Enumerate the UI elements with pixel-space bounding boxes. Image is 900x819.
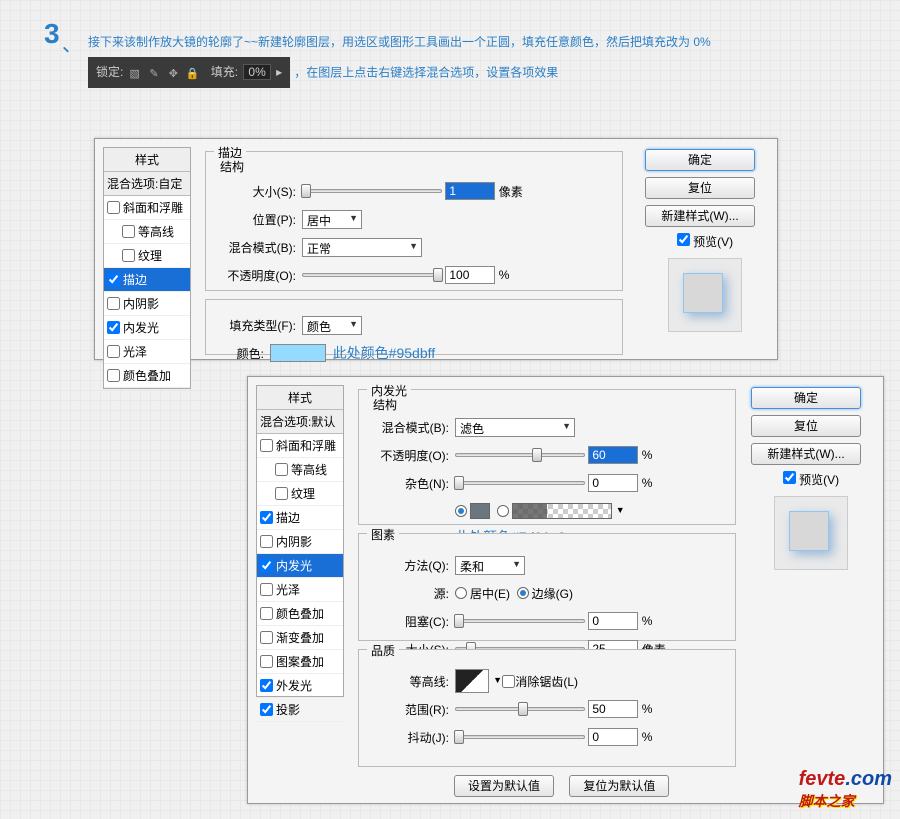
- structure-label: 结构: [220, 158, 244, 175]
- style-inner-glow-2[interactable]: 内发光: [257, 554, 343, 578]
- ok-button[interactable]: 确定: [645, 149, 755, 171]
- ig-noise-slider[interactable]: [455, 481, 585, 485]
- lock-bar: 锁定: ▧ ✎ ✥ 🔒 填充: 0% ▸: [88, 57, 290, 88]
- instruction-text: 接下来该制作放大镜的轮廓了~~新建轮廓图层，用选区或图形工具画出一个正圆，填充任…: [88, 27, 848, 88]
- new-style-button-2[interactable]: 新建样式(W)...: [751, 443, 861, 465]
- style-bevel-2[interactable]: 斜面和浮雕: [257, 434, 343, 458]
- lock-all-icon[interactable]: 🔒: [186, 67, 200, 81]
- style-texture[interactable]: 纹理: [104, 244, 190, 268]
- style-color-overlay[interactable]: 颜色叠加: [104, 364, 190, 388]
- opacity-label: 不透明度(O):: [216, 267, 296, 284]
- new-style-button[interactable]: 新建样式(W)...: [645, 205, 755, 227]
- preview-checkbox-2[interactable]: [783, 471, 796, 484]
- style-stroke-2[interactable]: 描边: [257, 506, 343, 530]
- innerglow-elements-group: 图素 方法(Q): 柔和 源: 居中(E) 边缘(G) 阻塞(C): % 大小(…: [358, 533, 736, 641]
- instruction-p1: 接下来该制作放大镜的轮廓了~~新建轮廓图层，用选区或图形工具画出一个正圆，填充任…: [88, 35, 711, 49]
- style-satin[interactable]: 光泽: [104, 340, 190, 364]
- lock-icons: ▧ ✎ ✥ 🔒: [127, 61, 201, 85]
- style-stroke[interactable]: 描边: [104, 268, 190, 292]
- size-label: 大小(S):: [216, 183, 296, 200]
- style-gradient-overlay[interactable]: 渐变叠加: [257, 626, 343, 650]
- ig-technique-select[interactable]: 柔和: [455, 556, 525, 575]
- reset-default-button[interactable]: 复位为默认值: [569, 775, 669, 797]
- lock-position-icon[interactable]: ✥: [166, 67, 180, 81]
- styles-list-2: 样式 混合选项:默认 斜面和浮雕 等高线 纹理 描边 内阴影 内发光 光泽 颜色…: [256, 385, 344, 697]
- style-inner-shadow[interactable]: 内阴影: [104, 292, 190, 316]
- ig-jitter-slider[interactable]: [455, 735, 585, 739]
- ig-range-slider[interactable]: [455, 707, 585, 711]
- position-label: 位置(P):: [216, 211, 296, 228]
- stroke-structure-group: 描边 结构 大小(S): 像素 位置(P): 居中 混合模式(B): 正常 不透…: [205, 151, 623, 291]
- ig-choke-slider[interactable]: [455, 619, 585, 623]
- lock-transparent-icon[interactable]: ▧: [128, 67, 142, 81]
- step-number: 3: [44, 18, 60, 50]
- size-slider[interactable]: [302, 189, 442, 193]
- layer-style-dialog-innerglow: 样式 混合选项:默认 斜面和浮雕 等高线 纹理 描边 内阴影 内发光 光泽 颜色…: [247, 376, 884, 804]
- styles-header-2[interactable]: 样式: [257, 386, 343, 410]
- blend-select[interactable]: 正常: [302, 238, 422, 257]
- right-buttons-2: 确定 复位 新建样式(W)... 预览(V): [751, 387, 871, 578]
- cancel-button[interactable]: 复位: [645, 177, 755, 199]
- ok-button-2[interactable]: 确定: [751, 387, 861, 409]
- style-contour[interactable]: 等高线: [104, 220, 190, 244]
- fill-dropdown[interactable]: 0%: [243, 64, 270, 80]
- lock-image-icon[interactable]: ✎: [147, 67, 161, 81]
- ig-contour-picker[interactable]: [455, 669, 489, 693]
- opacity-input[interactable]: [445, 266, 495, 284]
- stroke-fill-group: 填充类型(F): 颜色 颜色: 此处颜色#95dbff: [205, 299, 623, 355]
- ig-antialias-checkbox[interactable]: [502, 675, 515, 688]
- style-inner-glow[interactable]: 内发光: [104, 316, 190, 340]
- set-default-button[interactable]: 设置为默认值: [454, 775, 554, 797]
- ig-noise-input[interactable]: [588, 474, 638, 492]
- stroke-color-swatch[interactable]: [270, 344, 326, 362]
- layer-style-dialog-stroke: 样式 混合选项:自定 斜面和浮雕 等高线 纹理 描边 内阴影 内发光 光泽 颜色…: [94, 138, 778, 360]
- styles-header[interactable]: 样式: [104, 148, 190, 172]
- style-texture-2[interactable]: 纹理: [257, 482, 343, 506]
- style-contour-2[interactable]: 等高线: [257, 458, 343, 482]
- filltype-label: 填充类型(F):: [216, 317, 296, 334]
- ig-choke-input[interactable]: [588, 612, 638, 630]
- opacity-slider[interactable]: [302, 273, 442, 277]
- ig-range-input[interactable]: [588, 700, 638, 718]
- cancel-button-2[interactable]: 复位: [751, 415, 861, 437]
- preview-checkbox[interactable]: [677, 233, 690, 246]
- innerglow-structure-group: 内发光 结构 混合模式(B): 滤色 不透明度(O): % 杂色(N): %: [358, 389, 736, 525]
- color-label: 颜色:: [216, 345, 264, 362]
- ig-gradient-radio[interactable]: [497, 505, 509, 517]
- position-select[interactable]: 居中: [302, 210, 362, 229]
- ig-source-center-radio[interactable]: [455, 587, 467, 599]
- style-bevel[interactable]: 斜面和浮雕: [104, 196, 190, 220]
- ig-opacity-slider[interactable]: [455, 453, 585, 457]
- innerglow-quality-group: 品质 等高线: 消除锯齿(L) 范围(R): % 抖动(J): %: [358, 649, 736, 767]
- color-annotation: 此处颜色#95dbff: [333, 343, 435, 363]
- ig-source-edge-radio[interactable]: [517, 587, 529, 599]
- blend-options-2[interactable]: 混合选项:默认: [257, 410, 343, 434]
- ig-jitter-input[interactable]: [588, 728, 638, 746]
- right-buttons: 确定 复位 新建样式(W)... 预览(V): [645, 149, 765, 340]
- preview-thumbnail: [668, 258, 742, 332]
- ig-gradient-swatch[interactable]: [512, 503, 612, 519]
- ig-color-radio[interactable]: [455, 505, 467, 517]
- style-outer-glow[interactable]: 外发光: [257, 674, 343, 698]
- blend-label: 混合模式(B):: [216, 239, 296, 256]
- ig-color-swatch[interactable]: [470, 503, 490, 519]
- blend-options[interactable]: 混合选项:自定: [104, 172, 190, 196]
- ig-blend-select[interactable]: 滤色: [455, 418, 575, 437]
- filltype-select[interactable]: 颜色: [302, 316, 362, 335]
- instruction-p2: ，在图层上点击右键选择混合选项，设置各项效果: [294, 65, 558, 79]
- style-satin-2[interactable]: 光泽: [257, 578, 343, 602]
- preview-thumbnail-2: [774, 496, 848, 570]
- style-color-overlay-2[interactable]: 颜色叠加: [257, 602, 343, 626]
- style-inner-shadow-2[interactable]: 内阴影: [257, 530, 343, 554]
- step-comma: 、: [62, 28, 82, 57]
- styles-list: 样式 混合选项:自定 斜面和浮雕 等高线 纹理 描边 内阴影 内发光 光泽 颜色…: [103, 147, 191, 389]
- ig-opacity-input[interactable]: [588, 446, 638, 464]
- watermark-logo: fevte.com 脚本之家: [799, 768, 892, 811]
- default-buttons: 设置为默认值 复位为默认值: [448, 775, 675, 797]
- style-drop-shadow[interactable]: 投影: [257, 698, 343, 722]
- size-input[interactable]: [445, 182, 495, 200]
- style-pattern-overlay[interactable]: 图案叠加: [257, 650, 343, 674]
